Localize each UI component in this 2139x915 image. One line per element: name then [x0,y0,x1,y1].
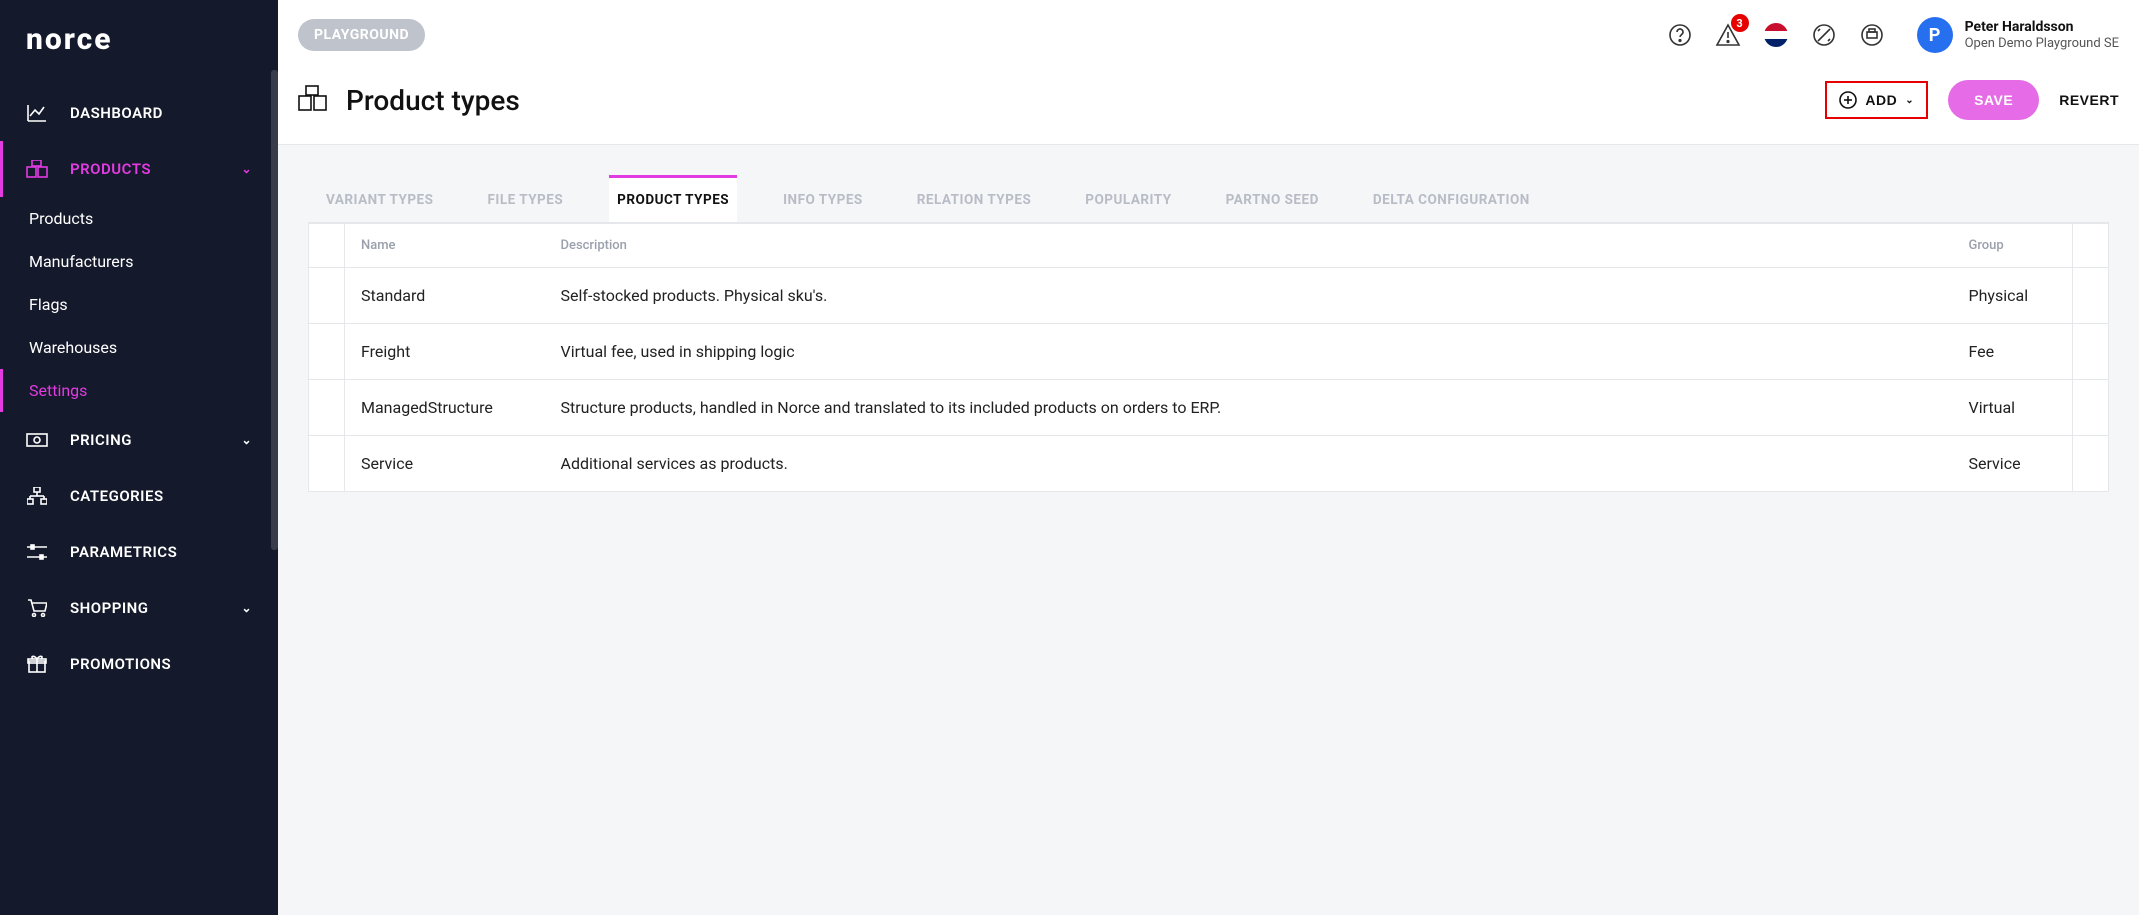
plus-circle-icon [1839,91,1857,109]
table-row[interactable]: Service Additional services as products.… [309,436,2109,492]
cart-icon [26,598,48,618]
sidebar-item-label: PARAMETRICS [70,543,177,561]
cell-name: Service [345,436,545,492]
chevron-down-icon: ⌄ [241,601,252,615]
sidebar-subitem-products[interactable]: Products [0,197,278,240]
sidebar-subitem-warehouses[interactable]: Warehouses [0,326,278,369]
table-row[interactable]: Freight Virtual fee, used in shipping lo… [309,324,2109,380]
sidebar-item-categories[interactable]: CATEGORIES [0,468,278,524]
table-header-name[interactable]: Name [345,224,545,268]
cell-description: Structure products, handled in Norce and… [545,380,1953,436]
cell-group: Service [1953,436,2073,492]
chevron-down-icon: ⌄ [241,433,252,447]
tab-variant-types[interactable]: VARIANT TYPES [318,175,441,222]
sidebar-item-label: PROMOTIONS [70,655,171,673]
tab-delta-configuration[interactable]: DELTA CONFIGURATION [1365,175,1538,222]
cell-group: Fee [1953,324,2073,380]
sidebar-item-label: PRICING [70,431,132,449]
sidebar-item-pricing[interactable]: PRICING ⌄ [0,412,278,468]
sidebar-subitem-settings[interactable]: Settings [0,369,278,412]
sidebar-item-label: PRODUCTS [70,160,151,178]
sidebar: norce DASHBOARD PRODUCTS ⌄ Products Manu… [0,0,278,915]
gift-icon [26,654,48,674]
tab-relation-types[interactable]: RELATION TYPES [909,175,1040,222]
help-icon[interactable] [1667,22,1693,48]
sidebar-subitem-flags[interactable]: Flags [0,283,278,326]
product-types-icon [298,85,328,115]
cell-name: Freight [345,324,545,380]
save-button[interactable]: SAVE [1948,80,2039,120]
tree-icon [26,486,48,506]
chevron-down-icon: ⌄ [1905,95,1914,106]
content: VARIANT TYPES FILE TYPES PRODUCT TYPES I… [278,145,2139,915]
sidebar-item-products[interactable]: PRODUCTS ⌄ [0,141,278,197]
user-name: Peter Haraldsson [1965,19,2119,36]
sidebar-item-label: SHOPPING [70,599,149,617]
revert-button[interactable]: REVERT [2059,92,2119,108]
brand-logo: norce [0,0,278,77]
sidebar-item-label: DASHBOARD [70,104,163,122]
topbar: PLAYGROUND 3 [278,0,2139,70]
tab-info-types[interactable]: INFO TYPES [775,175,871,222]
sliders-icon [26,542,48,562]
cell-description: Self-stocked products. Physical sku's. [545,268,1953,324]
page-title: Product types [346,84,520,117]
user-subtext: Open Demo Playground SE [1965,36,2119,52]
table-header-group[interactable]: Group [1953,224,2073,268]
table-header-description[interactable]: Description [545,224,1953,268]
sidebar-item-shopping[interactable]: SHOPPING ⌄ [0,580,278,636]
tab-file-types[interactable]: FILE TYPES [479,175,571,222]
avatar: P [1917,17,1953,53]
notification-badge: 3 [1731,14,1749,32]
chart-icon [26,103,48,123]
sidebar-item-parametrics[interactable]: PARAMETRICS [0,524,278,580]
print-icon[interactable] [1859,22,1885,48]
tab-popularity[interactable]: POPULARITY [1077,175,1179,222]
product-icon [26,159,48,179]
add-button[interactable]: ADD ⌄ [1825,81,1928,119]
money-icon [26,430,48,450]
topbar-icons: 3 P Peter Haraldsson Open Demo Playgroun… [1667,17,2119,53]
tab-partno-seed[interactable]: PARTNO SEED [1218,175,1327,222]
chevron-down-icon: ⌄ [241,162,252,176]
user-menu[interactable]: P Peter Haraldsson Open Demo Playground … [1917,17,2119,53]
environment-pill: PLAYGROUND [298,19,425,51]
page-header: Product types ADD ⌄ SAVE REVERT [278,70,2139,145]
tab-product-types[interactable]: PRODUCT TYPES [609,175,737,222]
tabs: VARIANT TYPES FILE TYPES PRODUCT TYPES I… [308,175,2109,223]
sidebar-nav: DASHBOARD PRODUCTS ⌄ Products Manufactur… [0,77,278,692]
alert-icon[interactable]: 3 [1715,22,1741,48]
sidebar-item-promotions[interactable]: PROMOTIONS [0,636,278,692]
sidebar-item-label: CATEGORIES [70,487,164,505]
locale-flag-icon[interactable] [1763,22,1789,48]
cell-name: ManagedStructure [345,380,545,436]
cell-description: Virtual fee, used in shipping logic [545,324,1953,380]
sidebar-subitem-manufacturers[interactable]: Manufacturers [0,240,278,283]
sidebar-item-dashboard[interactable]: DASHBOARD [0,85,278,141]
table-row[interactable]: Standard Self-stocked products. Physical… [309,268,2109,324]
cell-name: Standard [345,268,545,324]
table-row[interactable]: ManagedStructure Structure products, han… [309,380,2109,436]
main: PLAYGROUND 3 [278,0,2139,915]
product-types-table: Name Description Group Standard Self-sto… [308,223,2109,492]
cell-description: Additional services as products. [545,436,1953,492]
cell-group: Physical [1953,268,2073,324]
cell-group: Virtual [1953,380,2073,436]
tools-icon[interactable] [1811,22,1837,48]
sidebar-subnav-products: Products Manufacturers Flags Warehouses … [0,197,278,412]
